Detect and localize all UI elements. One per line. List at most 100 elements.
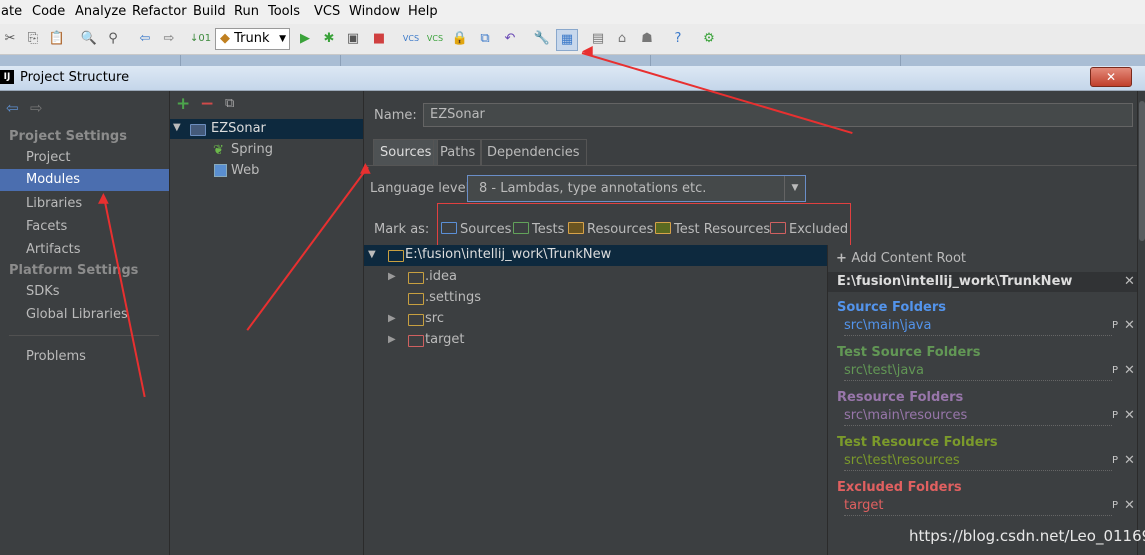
root-group-title: Excluded Folders	[837, 480, 962, 495]
stop-icon[interactable]: ■	[369, 29, 389, 49]
close-icon[interactable]: ✕	[1124, 274, 1135, 289]
module-root-selected[interactable]: ▼ EZSonar	[170, 119, 363, 139]
web-icon	[214, 164, 227, 177]
sidebar-item-libraries[interactable]: Libraries	[26, 196, 82, 211]
run-config-icon: ◆	[220, 31, 230, 46]
menu-help[interactable]: Help	[408, 4, 438, 19]
edit-properties-icon[interactable]: P	[1112, 320, 1118, 331]
tab-paths[interactable]: Paths	[433, 139, 483, 166]
divider	[844, 470, 1112, 471]
mark-excluded-button[interactable]: Excluded	[770, 222, 848, 237]
tab-sources[interactable]: Sources	[373, 139, 439, 166]
watermark: https://blog.csdn.net/Leo_01169	[909, 527, 1145, 545]
name-label: Name:	[374, 108, 417, 123]
divider	[844, 380, 1112, 381]
menu-analyze[interactable]: Analyze	[75, 4, 126, 19]
menu-code[interactable]: Code	[32, 4, 65, 19]
close-icon[interactable]: ✕	[1124, 363, 1135, 378]
facet-web[interactable]: Web	[231, 163, 259, 178]
replace-icon[interactable]: ⚲	[103, 29, 123, 49]
expand-arrow-icon[interactable]: ▶	[388, 334, 396, 345]
project-structure-icon[interactable]: ▦	[556, 29, 578, 51]
close-icon[interactable]: ✕	[1124, 318, 1135, 333]
content-root-row[interactable]: ▼ E:\fusion\intellij_work\TrunkNew	[364, 245, 827, 266]
close-icon[interactable]: ✕	[1124, 453, 1135, 468]
mark-sources-button[interactable]: Sources	[441, 222, 511, 237]
mark-resources-button[interactable]: Resources	[568, 222, 653, 237]
tree-item-idea[interactable]: .idea	[425, 269, 457, 284]
coverage-icon[interactable]: ▣	[343, 29, 363, 49]
run-config-select[interactable]: ◆ Trunk ▼	[215, 28, 290, 50]
menu-vcs[interactable]: VCS	[314, 4, 340, 19]
menu-window[interactable]: Window	[349, 4, 400, 19]
debug-icon[interactable]: ✱	[319, 29, 339, 49]
vcs-compare-icon[interactable]: ⧉	[475, 29, 495, 49]
remove-icon[interactable]: −	[200, 94, 214, 114]
make-icon[interactable]: ↓01	[190, 29, 211, 49]
menu-refactor[interactable]: Refactor	[132, 4, 187, 19]
close-icon[interactable]: ✕	[1124, 498, 1135, 513]
scrollbar[interactable]	[1137, 91, 1145, 555]
edit-properties-icon[interactable]: P	[1112, 410, 1118, 421]
tab-dependencies[interactable]: Dependencies	[480, 139, 587, 166]
edit-properties-icon[interactable]: P	[1112, 365, 1118, 376]
content-root-title: E:\fusion\intellij_work\TrunkNew	[837, 274, 1073, 289]
menu-tools[interactable]: Tools	[268, 4, 300, 19]
sidebar-item-sdks[interactable]: SDKs	[26, 284, 60, 299]
menu-run[interactable]: Run	[234, 4, 259, 19]
expand-arrow-icon[interactable]: ▼	[173, 122, 181, 133]
find-icon[interactable]: 🔍	[79, 29, 99, 49]
sidebar-item-modules-selected[interactable]: Modules	[0, 169, 169, 191]
tests-folder-icon	[513, 222, 529, 234]
scrollbar-thumb[interactable]	[1139, 101, 1145, 241]
mark-test-resources-button[interactable]: Test Resources	[655, 222, 770, 237]
undo-icon[interactable]: ↶	[500, 29, 520, 49]
run-icon[interactable]: ▶	[295, 29, 315, 49]
dialog-title: Project Structure	[20, 70, 130, 85]
edit-properties-icon[interactable]: P	[1112, 455, 1118, 466]
add-icon[interactable]: +	[176, 94, 190, 114]
back-icon[interactable]: ⇦	[135, 29, 155, 49]
content-root-path: E:\fusion\intellij_work\TrunkNew	[405, 247, 612, 262]
lock-icon[interactable]: 🔒	[450, 29, 470, 49]
back-icon[interactable]: ⇦	[6, 99, 19, 117]
menu-file-partial[interactable]: ate	[1, 4, 22, 19]
sidebar-item-facets[interactable]: Facets	[26, 219, 67, 234]
arrow-head-icon: ▲	[98, 190, 109, 206]
tree-item-src[interactable]: src	[425, 311, 444, 326]
sidebar-item-project[interactable]: Project	[26, 150, 70, 165]
language-level-label: Language level:	[370, 181, 474, 196]
tree-item-target[interactable]: target	[425, 332, 465, 347]
copy-icon[interactable]: ⧉	[225, 96, 234, 111]
expand-arrow-icon[interactable]: ▶	[388, 313, 396, 324]
tree-item-settings[interactable]: .settings	[425, 290, 481, 305]
sidebar-item-problems[interactable]: Problems	[26, 349, 86, 364]
close-button[interactable]: ✕	[1090, 67, 1132, 87]
expand-arrow-icon[interactable]: ▶	[388, 271, 396, 282]
chevron-down-icon: ▼	[279, 34, 286, 44]
add-content-root-button[interactable]: + Add Content Root	[836, 251, 966, 266]
expand-arrow-icon[interactable]: ▼	[368, 249, 376, 260]
edit-properties-icon[interactable]: P	[1112, 500, 1118, 511]
help-icon[interactable]: ?	[668, 29, 688, 49]
menu-build[interactable]: Build	[193, 4, 226, 19]
forward-icon[interactable]: ⇨	[159, 29, 179, 49]
settings-icon[interactable]: 🔧	[532, 29, 552, 49]
copy-icon[interactable]: ⎘	[23, 29, 43, 49]
sidebar-item-artifacts[interactable]: Artifacts	[26, 242, 81, 257]
close-icon[interactable]: ✕	[1124, 408, 1135, 423]
mark-tests-button[interactable]: Tests	[513, 222, 564, 237]
language-level-select[interactable]: 8 - Lambdas, type annotations etc. ▼	[467, 175, 806, 202]
facet-spring[interactable]: Spring	[231, 142, 273, 157]
sidebar-item-global-libraries[interactable]: Global Libraries	[26, 307, 128, 322]
vcs-commit-icon[interactable]: VCS	[425, 29, 445, 49]
forward-icon[interactable]: ⇨	[30, 99, 43, 117]
paste-icon[interactable]: 📋	[47, 29, 67, 49]
android-icon[interactable]: ☗	[637, 29, 657, 49]
plugin-icon[interactable]: ⚙	[699, 29, 719, 49]
cut-icon[interactable]: ✂	[0, 29, 20, 49]
editor-tab	[650, 55, 901, 66]
vcs-update-icon[interactable]: VCS	[401, 29, 421, 49]
avd-icon[interactable]: ⌂	[612, 29, 632, 49]
name-input[interactable]: EZSonar	[423, 103, 1133, 127]
